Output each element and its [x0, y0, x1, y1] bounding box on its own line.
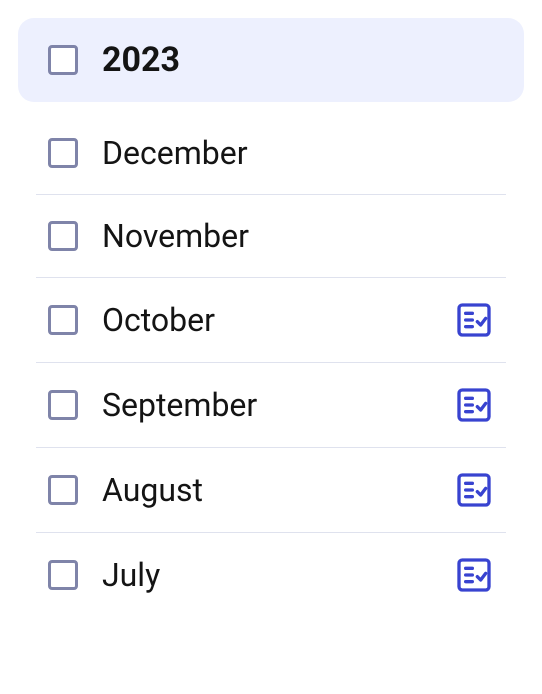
- records-icon[interactable]: [454, 555, 494, 595]
- month-row[interactable]: December: [36, 112, 506, 195]
- month-filter-panel: 2023 December November October: [0, 0, 542, 617]
- month-checkbox[interactable]: [48, 475, 78, 505]
- month-label: November: [102, 217, 494, 255]
- year-label: 2023: [102, 40, 180, 80]
- month-label: September: [102, 386, 454, 424]
- year-checkbox[interactable]: [48, 45, 78, 75]
- month-checkbox[interactable]: [48, 390, 78, 420]
- month-checkbox[interactable]: [48, 305, 78, 335]
- month-label: July: [102, 556, 454, 594]
- records-icon[interactable]: [454, 470, 494, 510]
- year-header[interactable]: 2023: [18, 18, 524, 102]
- month-label: October: [102, 301, 454, 339]
- month-checkbox[interactable]: [48, 560, 78, 590]
- month-label: August: [102, 471, 454, 509]
- month-row[interactable]: October: [36, 278, 506, 363]
- month-row[interactable]: July: [36, 533, 506, 617]
- month-row[interactable]: November: [36, 195, 506, 278]
- month-checkbox[interactable]: [48, 138, 78, 168]
- month-row[interactable]: September: [36, 363, 506, 448]
- records-icon[interactable]: [454, 300, 494, 340]
- month-label: December: [102, 134, 494, 172]
- records-icon[interactable]: [454, 385, 494, 425]
- month-checkbox[interactable]: [48, 221, 78, 251]
- month-row[interactable]: August: [36, 448, 506, 533]
- month-list: December November October September: [18, 112, 524, 617]
